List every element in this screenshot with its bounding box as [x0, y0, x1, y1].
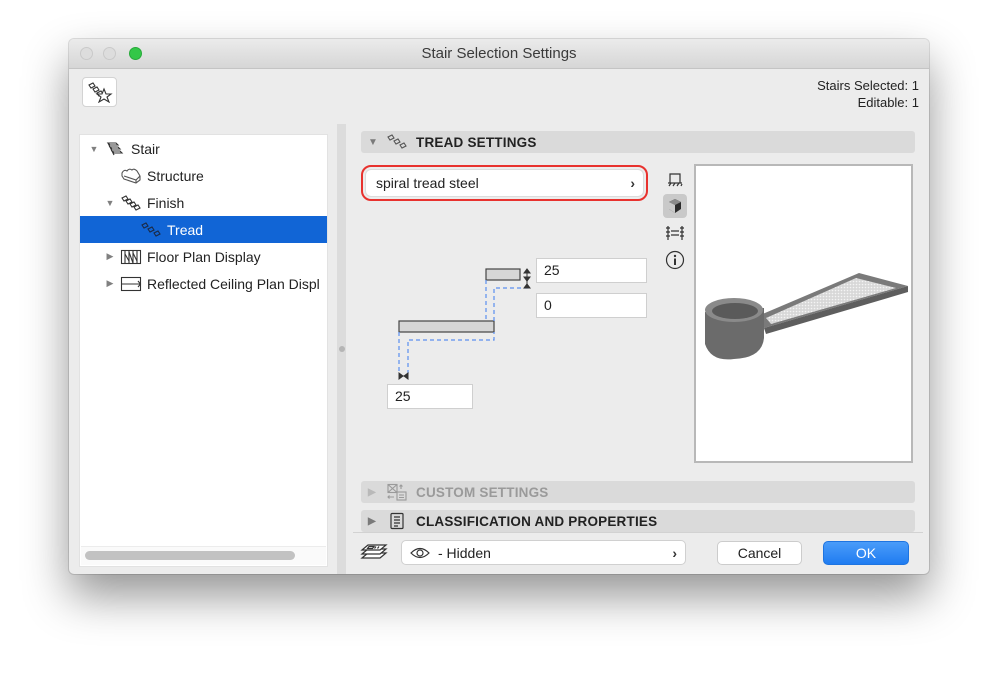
- floor-plan-view-icon[interactable]: [663, 167, 687, 191]
- section-expanded-icon: ▼: [368, 136, 379, 148]
- section-title: TREAD SETTINGS: [416, 134, 537, 150]
- section-tread-settings[interactable]: ▼ TREAD SETTINGS: [361, 131, 915, 153]
- tree-item-label: Reflected Ceiling Plan Displ: [147, 275, 320, 292]
- section-view-icon[interactable]: [663, 221, 687, 245]
- editable-count: Editable: 1: [857, 95, 919, 110]
- spiral-tread-preview-image: [705, 273, 908, 360]
- footer-divider: [353, 532, 923, 533]
- lower-tread-shape: [398, 320, 495, 333]
- tread-preset-selector[interactable]: spiral tread steel ›: [365, 169, 644, 197]
- favorites-star-icon: [87, 82, 113, 103]
- settings-tree: ▼ Stair Structure ▼ Finish Tread ▶ Floor…: [79, 134, 328, 567]
- stair-icon: [104, 140, 126, 158]
- tread-dimension-diagram: [398, 268, 531, 380]
- tread-nosing-field[interactable]: 25: [387, 384, 473, 409]
- tread-icon: [386, 133, 408, 151]
- panel-splitter[interactable]: [337, 124, 346, 574]
- finish-icon: [120, 194, 142, 212]
- favorites-button[interactable]: [82, 77, 117, 107]
- section-classification-and-properties[interactable]: ▶ CLASSIFICATION AND PROPERTIES: [361, 510, 915, 532]
- tree-item-stair[interactable]: ▼ Stair: [80, 135, 327, 162]
- section-collapsed-icon: ▶: [368, 486, 376, 498]
- preset-selector-highlight: spiral tread steel ›: [361, 165, 648, 201]
- tread-icon: [140, 221, 162, 239]
- 3d-view-icon[interactable]: [663, 194, 687, 218]
- disclosure-expanded-icon[interactable]: ▼: [88, 143, 100, 155]
- tree-item-structure[interactable]: Structure: [80, 162, 327, 189]
- disclosure-collapsed-icon[interactable]: ▶: [104, 278, 116, 290]
- section-custom-settings[interactable]: ▶ CUSTOM SETTINGS: [361, 481, 915, 503]
- preview-view-switcher: [663, 167, 689, 275]
- tree-item-label: Tread: [167, 221, 204, 238]
- disclosure-expanded-icon[interactable]: ▼: [104, 197, 116, 209]
- custom-settings-icon: [386, 483, 408, 501]
- tread-thickness-field[interactable]: 25: [536, 258, 647, 283]
- selection-stats: Stairs Selected: 1 Editable: 1: [817, 77, 919, 111]
- floor-plan-icon: [120, 248, 142, 266]
- tree-item-label: Stair: [131, 140, 160, 157]
- scrollbar-thumb[interactable]: [85, 551, 295, 560]
- tree-horizontal-scrollbar[interactable]: [81, 546, 326, 565]
- stair-selection-settings-dialog: Stair Selection Settings Stairs Selected…: [69, 39, 929, 574]
- tree-item-reflected-ceiling-plan-display[interactable]: ▶ Reflected Ceiling Plan Displ: [80, 270, 327, 297]
- tree-item-tread[interactable]: Tread: [80, 216, 327, 243]
- section-collapsed-icon: ▶: [368, 515, 376, 527]
- eye-icon: [410, 547, 430, 558]
- tree-item-label: Structure: [147, 167, 204, 184]
- tree-item-label: Floor Plan Display: [147, 248, 261, 265]
- ok-button[interactable]: OK: [823, 541, 909, 565]
- tread-offset-field[interactable]: 0: [536, 293, 647, 318]
- window-title: Stair Selection Settings: [421, 45, 577, 62]
- document-list-icon: [386, 512, 408, 530]
- ceiling-plan-icon: [120, 275, 142, 293]
- info-icon[interactable]: [663, 248, 687, 272]
- structure-icon: [120, 167, 142, 185]
- tree-item-floor-plan-display[interactable]: ▶ Floor Plan Display: [80, 243, 327, 270]
- tree-item-finish[interactable]: ▼ Finish: [80, 189, 327, 216]
- 3d-preview: [694, 164, 913, 463]
- cancel-button[interactable]: Cancel: [717, 541, 802, 565]
- layer-selector[interactable]: - Hidden ›: [401, 540, 686, 565]
- splitter-handle[interactable]: [339, 346, 345, 352]
- chevron-right-icon: ›: [672, 544, 677, 561]
- stairs-selected-count: Stairs Selected: 1: [817, 78, 919, 93]
- chevron-right-icon: ›: [630, 175, 635, 191]
- layer-value: - Hidden: [438, 544, 491, 561]
- title-bar: Stair Selection Settings: [69, 39, 929, 69]
- tree-item-label: Finish: [147, 194, 185, 211]
- layers-icon: [359, 541, 389, 563]
- disclosure-collapsed-icon[interactable]: ▶: [104, 251, 116, 263]
- upper-tread-shape: [485, 268, 521, 281]
- section-title: CUSTOM SETTINGS: [416, 484, 549, 500]
- section-title: CLASSIFICATION AND PROPERTIES: [416, 513, 658, 529]
- preset-value: spiral tread steel: [376, 175, 479, 191]
